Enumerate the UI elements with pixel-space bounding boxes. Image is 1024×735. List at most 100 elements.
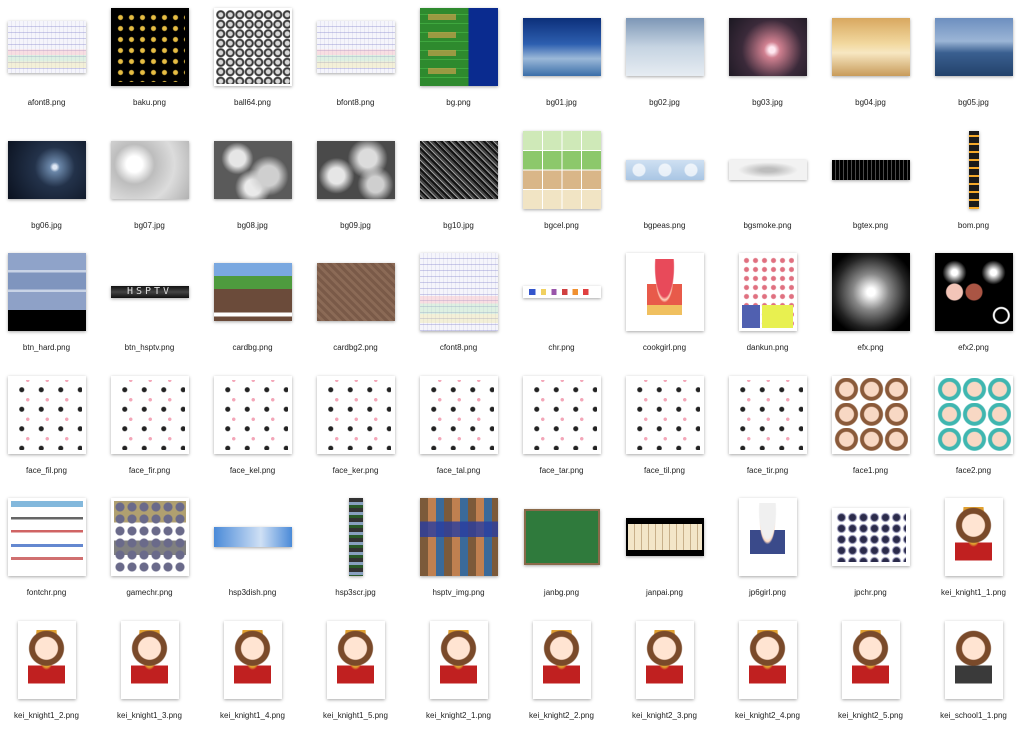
file-thumbnail-area[interactable] — [105, 370, 195, 460]
file-thumbnail-image[interactable] — [935, 376, 1013, 454]
file-item[interactable]: cardbg.png — [201, 245, 304, 368]
file-thumbnail-area[interactable] — [311, 615, 401, 705]
file-name-label[interactable]: bom.png — [922, 221, 1024, 230]
file-thumbnail-image[interactable] — [832, 160, 910, 180]
file-thumbnail-area[interactable] — [311, 492, 401, 582]
file-thumbnail-image[interactable] — [8, 21, 86, 73]
file-name-label[interactable]: face_kel.png — [201, 466, 304, 475]
file-thumbnail-image[interactable] — [349, 498, 363, 576]
file-thumbnail-image[interactable] — [420, 141, 498, 199]
file-thumbnail-image[interactable] — [729, 160, 807, 180]
file-thumbnail-image[interactable] — [8, 498, 86, 576]
file-name-label[interactable]: bg07.jpg — [98, 221, 201, 230]
file-thumbnail-area[interactable] — [2, 370, 92, 460]
file-name-label[interactable]: btn_hard.png — [0, 343, 98, 352]
file-thumbnail-area[interactable] — [414, 2, 504, 92]
file-thumbnail-image[interactable] — [832, 376, 910, 454]
file-thumbnail-image[interactable] — [626, 376, 704, 454]
file-item[interactable]: kei_knight2_1.png — [407, 613, 510, 735]
file-thumbnail-area[interactable] — [414, 492, 504, 582]
file-name-label[interactable]: bg01.jpg — [510, 98, 613, 107]
file-thumbnail-area[interactable] — [311, 370, 401, 460]
file-thumbnail-area[interactable] — [723, 2, 813, 92]
file-thumbnail-area[interactable] — [2, 247, 92, 337]
file-thumbnail-image[interactable] — [523, 286, 601, 298]
file-thumbnail-image[interactable] — [626, 18, 704, 76]
file-thumbnail-area[interactable] — [414, 615, 504, 705]
file-thumbnail-image[interactable] — [739, 621, 797, 699]
file-thumbnail-image[interactable] — [111, 8, 189, 86]
file-name-label[interactable]: hsptv_img.png — [407, 588, 510, 597]
file-name-label[interactable]: janbg.png — [510, 588, 613, 597]
file-thumbnail-area[interactable] — [517, 370, 607, 460]
file-name-label[interactable]: hsp3scr.jpg — [304, 588, 407, 597]
file-thumbnail-area[interactable] — [620, 125, 710, 215]
file-item[interactable]: jp6girl.png — [716, 490, 819, 613]
file-name-label[interactable]: face_til.png — [613, 466, 716, 475]
file-thumbnail-image[interactable] — [523, 131, 601, 209]
file-thumbnail-area[interactable] — [826, 125, 916, 215]
file-name-label[interactable]: kei_school1_1.png — [922, 711, 1024, 720]
file-name-label[interactable]: bg.png — [407, 98, 510, 107]
file-item[interactable]: face1.png — [819, 368, 922, 491]
file-item[interactable]: cardbg2.png — [304, 245, 407, 368]
file-thumbnail-image[interactable] — [935, 18, 1013, 76]
file-thumbnail-image[interactable] — [729, 376, 807, 454]
file-item[interactable]: bg.png — [407, 0, 510, 123]
file-thumbnail-image[interactable] — [626, 160, 704, 180]
file-thumbnail-area[interactable] — [2, 125, 92, 215]
file-thumbnail-image[interactable] — [626, 518, 704, 556]
file-name-label[interactable]: kei_knight2_3.png — [613, 711, 716, 720]
file-thumbnail-image[interactable] — [420, 253, 498, 331]
file-item[interactable]: kei_knight1_4.png — [201, 613, 304, 735]
file-thumbnail-image[interactable] — [111, 376, 189, 454]
file-name-label[interactable]: kei_knight1_4.png — [201, 711, 304, 720]
file-name-label[interactable]: cardbg.png — [201, 343, 304, 352]
file-name-label[interactable]: kei_knight1_3.png — [98, 711, 201, 720]
file-name-label[interactable]: janpai.png — [613, 588, 716, 597]
file-item[interactable]: bgtex.png — [819, 123, 922, 246]
file-name-label[interactable]: efx2.png — [922, 343, 1024, 352]
file-item[interactable]: janpai.png — [613, 490, 716, 613]
file-name-label[interactable]: bg05.jpg — [922, 98, 1024, 107]
file-thumbnail-image[interactable] — [842, 621, 900, 699]
file-name-label[interactable]: bfont8.png — [304, 98, 407, 107]
file-thumbnail-area[interactable] — [826, 615, 916, 705]
file-item[interactable]: hsp3dish.png — [201, 490, 304, 613]
file-name-label[interactable]: kei_knight2_1.png — [407, 711, 510, 720]
file-name-label[interactable]: face2.png — [922, 466, 1024, 475]
file-name-label[interactable]: face_ker.png — [304, 466, 407, 475]
file-name-label[interactable]: bg02.jpg — [613, 98, 716, 107]
file-item[interactable]: kei_knight2_4.png — [716, 613, 819, 735]
file-thumbnail-area[interactable] — [2, 492, 92, 582]
file-thumbnail-image[interactable] — [18, 621, 76, 699]
file-thumbnail-area[interactable] — [517, 125, 607, 215]
file-item[interactable]: kei_knight1_2.png — [0, 613, 98, 735]
file-thumbnail-area[interactable] — [517, 2, 607, 92]
file-item[interactable]: fontchr.png — [0, 490, 98, 613]
file-name-label[interactable]: kei_knight1_5.png — [304, 711, 407, 720]
file-item[interactable]: face_fil.png — [0, 368, 98, 491]
file-thumbnail-area[interactable] — [929, 615, 1019, 705]
file-name-label[interactable]: baku.png — [98, 98, 201, 107]
file-thumbnail-image[interactable] — [214, 141, 292, 199]
file-item[interactable]: cfont8.png — [407, 245, 510, 368]
file-name-label[interactable]: bg09.jpg — [304, 221, 407, 230]
file-name-label[interactable]: ball64.png — [201, 98, 304, 107]
file-thumbnail-area[interactable] — [826, 2, 916, 92]
file-thumbnail-area[interactable] — [105, 2, 195, 92]
file-name-label[interactable]: chr.png — [510, 343, 613, 352]
file-thumbnail-area[interactable] — [723, 125, 813, 215]
file-item[interactable]: dankun.png — [716, 245, 819, 368]
file-thumbnail-area[interactable] — [517, 247, 607, 337]
file-name-label[interactable]: bgtex.png — [819, 221, 922, 230]
file-thumbnail-area[interactable] — [929, 492, 1019, 582]
file-thumbnail-area[interactable] — [311, 2, 401, 92]
file-thumbnail-image[interactable] — [945, 621, 1003, 699]
file-thumbnail-image[interactable] — [832, 18, 910, 76]
file-name-label[interactable]: bgsmoke.png — [716, 221, 819, 230]
file-thumbnail-image[interactable] — [317, 21, 395, 73]
file-item[interactable]: kei_knight2_3.png — [613, 613, 716, 735]
file-thumbnail-image[interactable] — [523, 376, 601, 454]
file-item[interactable]: bg07.jpg — [98, 123, 201, 246]
